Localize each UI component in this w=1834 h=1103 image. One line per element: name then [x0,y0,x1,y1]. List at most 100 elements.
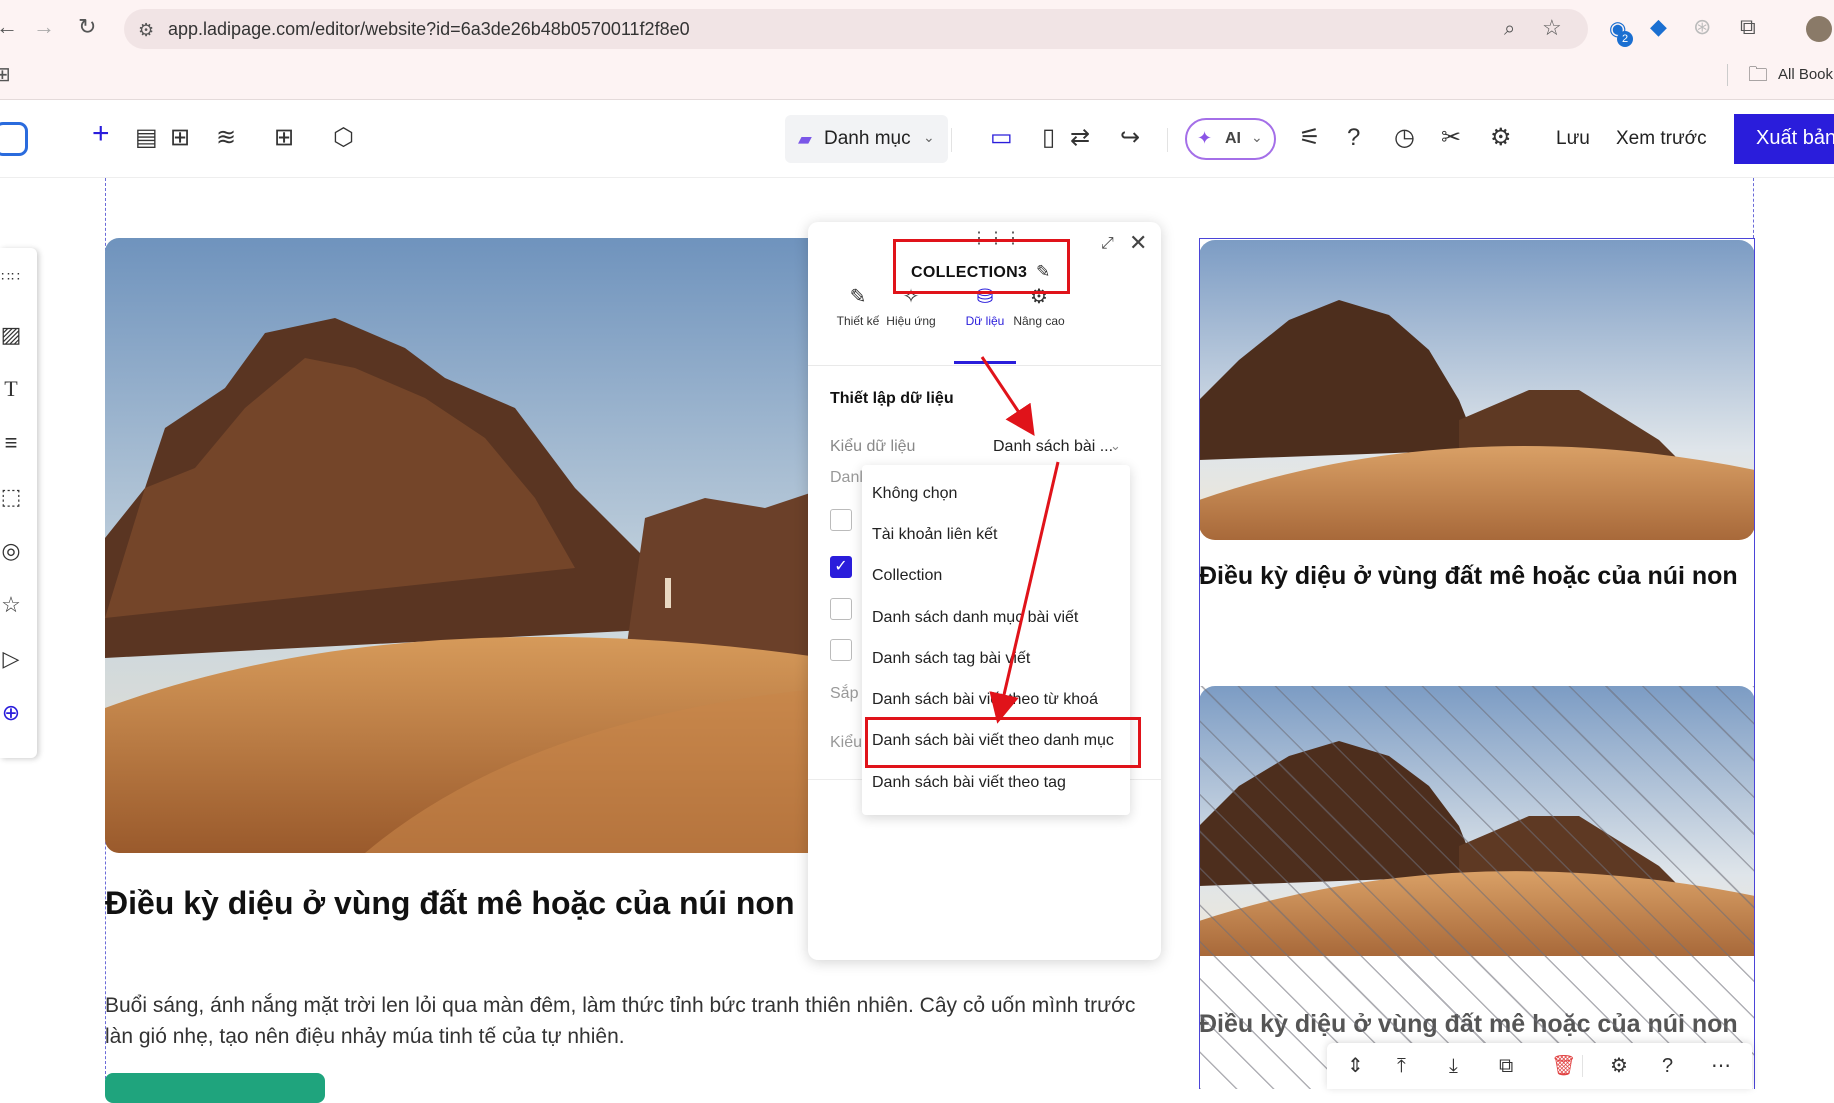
paragraph-element-icon[interactable]: ≡ [0,430,22,456]
site-info-icon[interactable]: ⚙ [138,18,154,42]
forward-icon[interactable]: → [33,15,55,39]
checkbox[interactable] [830,509,852,531]
redirect-icon[interactable]: ↪ [1120,124,1140,152]
align-top-icon[interactable]: ⤒ [1397,1055,1406,1077]
desert-image-art [105,238,825,853]
partial-label-sort: Sắp [830,685,859,702]
layers-icon[interactable]: ≋ [216,124,236,152]
sections-grid-icon[interactable]: ⊞ [170,124,190,152]
ai-button[interactable]: ✦ AI ⌄ [1185,118,1276,160]
element-action-toolbar: ⇕ ⤒ ⤓ ⧉ 🗑 ⚙ ? ⋯ [1327,1043,1752,1089]
category-select[interactable]: ▰ Danh mục ⌄ [785,115,948,163]
section-guide-right [1753,178,1754,238]
reload-icon[interactable]: ↻ [78,15,96,39]
sync-extension-icon[interactable]: ⊛ [1693,15,1711,39]
star-element-icon[interactable]: ☆ [0,592,22,618]
edit-icon: ✎ [849,286,867,308]
more-options-icon[interactable]: ⋯ [1711,1055,1733,1077]
image-element-icon[interactable]: ▨ [0,322,22,348]
dropdown-option[interactable]: Danh sách tag bài viết [872,650,1030,668]
dropdown-option[interactable]: Tài khoản liên kết [872,526,997,544]
tab-design[interactable]: ✎ Thiết kế [828,284,888,328]
preview-button[interactable]: Xem trước [1616,128,1707,150]
chevron-down-icon[interactable]: ⌄ [1110,438,1121,454]
dropdown-option[interactable]: Danh sách bài viết theo từ khoá [872,691,1098,709]
dropdown-option[interactable]: Không chọn [872,485,957,503]
category-label: Danh mục [824,128,911,149]
dropdown-option[interactable]: Danh sách danh mục bài viết [872,609,1078,627]
all-bookmarks-label[interactable]: All Book [1778,66,1833,83]
page-icon[interactable]: ▤ [135,124,158,152]
partial-label-category: Danl [830,469,863,486]
expand-vertical-icon[interactable]: ⇕ [1347,1055,1364,1077]
ladipage-logo-icon[interactable] [0,122,28,156]
align-bottom-icon[interactable]: ⤓ [1449,1055,1458,1077]
mobile-view-icon[interactable]: ▯ [1042,124,1055,152]
browser-chrome: ← → ↻ ⚙ app.ladipage.com/editor/website?… [0,0,1834,100]
toolbar-divider [1167,128,1168,152]
dropdown-option[interactable]: Danh sách bài viết theo tag [872,774,1066,792]
data-type-select[interactable]: Danh sách bài ... [993,438,1113,456]
more-elements-icon[interactable]: ⊕ [0,700,22,726]
tab-label: Nâng cao [1013,314,1065,328]
partial-label-type: Kiểu [830,734,863,751]
toolbar-divider [951,128,952,152]
adjustments-icon[interactable]: ⚟ [1299,124,1321,152]
checkbox-checked[interactable]: ✓ [830,556,852,578]
checkbox[interactable] [830,639,852,661]
tools-icon[interactable]: ✂ [1441,124,1461,152]
save-button[interactable]: Lưu [1556,128,1590,150]
swap-view-icon[interactable]: ⇄ [1070,124,1090,152]
sparkle-icon: ✦ [1197,128,1213,148]
active-tab-indicator [954,361,1016,364]
close-icon[interactable]: ✕ [1129,230,1147,256]
duplicate-icon[interactable]: ⧉ [1499,1055,1513,1077]
drag-handle-icon[interactable]: ∷∷ [0,268,22,285]
panel-divider [808,365,1161,366]
left-element-panel: ∷∷ ▨ T ≡ ⬚ ◎ ☆ ▷ ⊕ [0,248,37,758]
checkbox[interactable] [830,598,852,620]
extension-badge: 2 [1617,31,1633,47]
folder-icon: ▰ [798,129,812,149]
tab-label: Thiết kế [836,314,880,328]
main-post-description[interactable]: Buổi sáng, ánh nắng mặt trời len lỏi qua… [105,990,1165,1052]
zoom-icon[interactable]: ⌕ [1504,17,1515,41]
avatar[interactable] [1806,16,1832,42]
address-bar[interactable]: ⚙ app.ladipage.com/editor/website?id=6a3… [124,9,1588,49]
chevron-down-icon: ⌄ [1251,129,1263,145]
text-element-icon[interactable]: T [0,376,22,402]
main-post-title[interactable]: Điều kỳ diệu ở vùng đất mê hoặc của núi … [105,885,795,922]
help-icon[interactable]: ? [1662,1055,1673,1077]
back-icon[interactable]: ← [0,15,18,39]
video-element-icon[interactable]: ▷ [0,646,22,672]
bookmark-star-icon[interactable]: ☆ [1542,16,1562,40]
delete-icon[interactable]: 🗑 [1551,1055,1576,1077]
publish-button[interactable]: Xuất bản [1734,114,1834,164]
puzzle-extensions-icon[interactable]: ⧉ [1740,15,1756,39]
apps-icon[interactable]: ⊞ [274,124,294,152]
expand-icon[interactable]: ⤢ [1101,235,1114,253]
data-setup-heading: Thiết lập dữ liệu [830,390,954,407]
button-element-icon[interactable]: ⬚ [0,484,22,510]
read-more-button[interactable] [105,1073,325,1103]
apps-grid-icon[interactable]: ⊞ [0,63,11,87]
tag-extension-icon[interactable]: ◆ [1650,15,1667,39]
annotation-box-title [893,239,1070,294]
bookmarks-divider [1727,64,1728,86]
add-element-icon[interactable]: + [92,119,110,149]
shape-element-icon[interactable]: ◎ [0,538,22,564]
ai-label: AI [1225,130,1241,147]
desktop-view-icon[interactable]: ▭ [990,124,1013,152]
settings-gear-icon[interactable]: ⚙ [1490,124,1512,152]
cube-icon[interactable]: ⬡ [333,124,354,152]
main-post-image[interactable] [105,238,825,853]
history-icon[interactable]: ◷ [1394,124,1415,152]
tab-label: Hiệu ứng [886,314,936,328]
help-icon[interactable]: ? [1347,124,1360,152]
url-text: app.ladipage.com/editor/website?id=6a3de… [168,19,690,39]
chevron-down-icon: ⌄ [923,129,935,145]
dropdown-option[interactable]: Collection [872,567,942,585]
toolbar-divider [1582,1055,1583,1077]
collection-selection-border [1199,238,1755,1089]
settings-gear-icon[interactable]: ⚙ [1610,1055,1628,1077]
